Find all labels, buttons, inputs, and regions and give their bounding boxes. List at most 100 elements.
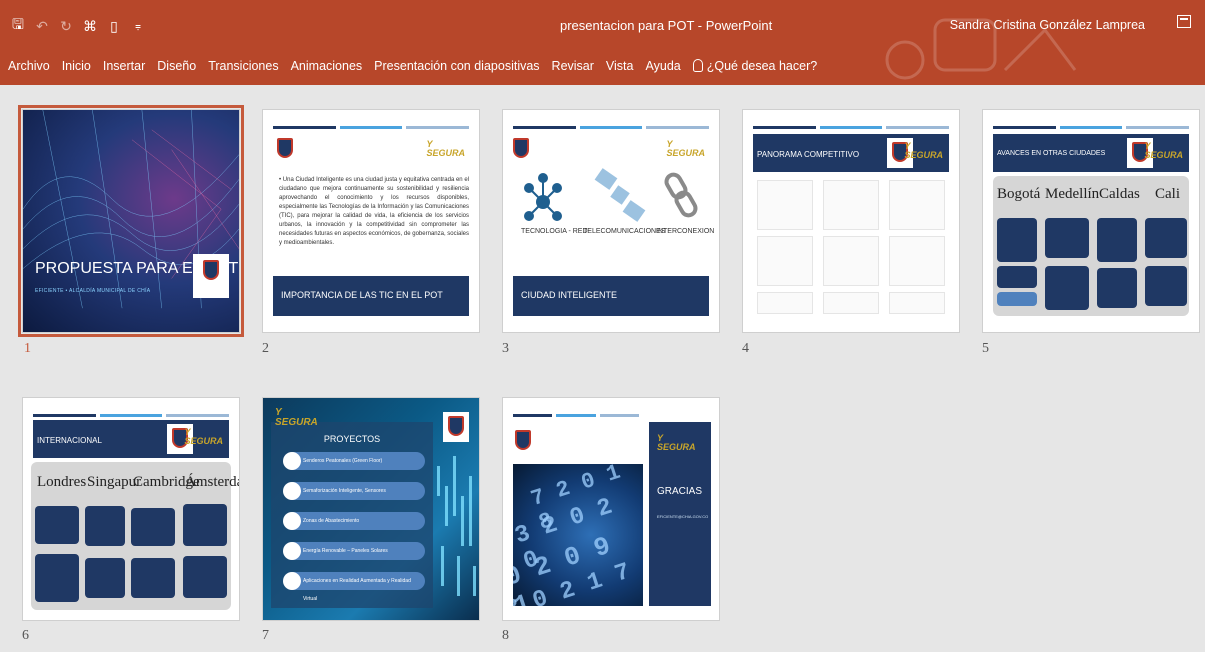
crest-icon <box>513 138 529 158</box>
tab-animaciones[interactable]: Animaciones <box>291 59 363 73</box>
slide-subtitle: EFICIENTE • ALCALDÍA MUNICIPAL DE CHÍA <box>35 288 151 294</box>
tab-ayuda[interactable]: Ayuda <box>646 59 681 73</box>
info-card <box>183 556 227 598</box>
slide-thumbnail-1[interactable]: PROPUESTA PARA EL POT EFICIENTE • ALCALD… <box>18 105 244 337</box>
crest-icon <box>515 430 531 450</box>
info-card <box>1145 266 1187 306</box>
redo-icon[interactable]: ↻ <box>58 17 74 35</box>
radar-chart-thumb <box>823 236 879 286</box>
info-card <box>35 506 79 544</box>
crest-icon <box>203 260 219 280</box>
slide-thumbnail-2[interactable]: Y SEGURA • Una Ciudad Inteligente es una … <box>262 109 480 333</box>
brand-logo: Y SEGURA <box>275 407 318 428</box>
slide-thumbnail-6[interactable]: INTERNACIONAL Y SEGURA Londres Singapur C… <box>22 397 240 621</box>
slide-title: GRACIAS <box>657 486 703 497</box>
customize-toolbar-icon[interactable]: ⩦ <box>130 17 146 35</box>
slide-header: AVANCES EN OTRAS CIUDADES Y SEGURA <box>993 134 1189 172</box>
slide-number-6: 6 <box>22 628 29 643</box>
slide-number-8: 8 <box>502 628 509 643</box>
slide-body: • Una Ciudad Inteligente es una ciudad j… <box>279 177 469 246</box>
tell-me-label: ¿Qué desea hacer? <box>706 59 818 73</box>
tab-insertar[interactable]: Insertar <box>103 59 145 73</box>
tab-archivo[interactable]: Archivo <box>8 59 50 73</box>
crest-icon <box>448 416 464 436</box>
brand-logo: Y SEGURA <box>657 433 696 452</box>
undo-icon[interactable]: ↶ <box>34 17 50 35</box>
lightbulb-icon <box>692 58 703 72</box>
city-heading: Ámsterdam <box>185 474 239 490</box>
slide-header: PANORAMA COMPETITIVO Y SEGURA <box>753 134 949 172</box>
slide-number-7: 7 <box>262 628 269 643</box>
project-item: Zonas de Abastecimiento <box>283 512 425 530</box>
info-card <box>131 558 175 598</box>
technology-icons <box>524 168 698 222</box>
brand-logo: Y SEGURA <box>184 427 223 446</box>
header-bars <box>273 126 470 129</box>
slide-footer: IMPORTANCIA DE LAS TIC EN EL POT <box>273 276 469 316</box>
tab-transiciones[interactable]: Transiciones <box>208 59 278 73</box>
tab-vista[interactable]: Vista <box>606 59 634 73</box>
info-card <box>1045 218 1089 258</box>
save-icon[interactable]: 🖫 <box>10 16 26 35</box>
info-card <box>35 554 79 602</box>
slide-thumbnail-3[interactable]: Y SEGURA TECNOLOGIA - RED TELECOMUNICACIO… <box>502 109 720 333</box>
radar-chart-thumb <box>889 180 945 230</box>
tab-diseno[interactable]: Diseño <box>157 59 196 73</box>
slide-thumbnail-5[interactable]: AVANCES EN OTRAS CIUDADES Y SEGURA Bogotá… <box>982 109 1200 333</box>
slide-thumbnail-4[interactable]: PANORAMA COMPETITIVO Y SEGURA <box>742 109 960 333</box>
start-from-beginning-icon[interactable]: ⌘ <box>82 17 98 35</box>
brand-logo: Y SEGURA <box>1144 141 1183 160</box>
radar-chart-thumb <box>889 236 945 286</box>
slide-number-1: 1 <box>24 341 31 356</box>
slide-number-5: 5 <box>982 341 989 356</box>
slide-title: AVANCES EN OTRAS CIUDADES <box>997 150 1106 157</box>
info-card <box>997 218 1037 262</box>
user-name[interactable]: Sandra Cristina González Lamprea <box>950 18 1145 32</box>
brand-logo: Y SEGURA <box>426 139 465 158</box>
header-bars <box>33 414 230 417</box>
digital-grid-image <box>437 456 476 596</box>
radar-chart-thumb <box>823 180 879 230</box>
header-bars <box>753 126 950 129</box>
closing-panel: Y SEGURA GRACIAS EFICIENTE@CHIA.GOV.CO <box>649 422 711 606</box>
slide-number-3: 3 <box>502 341 509 356</box>
tab-presentacion[interactable]: Presentación con diapositivas <box>374 59 539 73</box>
city-heading: Medellín <box>1045 186 1100 202</box>
slide-title: INTERNACIONAL <box>37 436 102 445</box>
slide-thumbnail-8[interactable]: 7 2 0 1 8 3 2 0 2 0 0 2 0 9 1 8 0 2 1 7 … <box>502 397 720 621</box>
info-card <box>1145 218 1187 258</box>
slide-footer: CIUDAD INTELIGENTE <box>513 276 709 316</box>
project-item: Senderos Peatonales (Green Floor) <box>283 452 425 470</box>
satellite-icon <box>594 168 646 222</box>
new-document-icon[interactable]: ▯ <box>106 17 122 35</box>
slide-number-4: 4 <box>742 341 749 356</box>
info-card <box>1045 266 1089 310</box>
header-bars <box>993 126 1190 129</box>
icon-label-network: TECNOLOGIA - RED <box>521 228 588 235</box>
radar-chart-thumb <box>823 292 879 314</box>
ribbon-tabs: Archivo Inicio Insertar Diseño Transicio… <box>8 58 841 73</box>
slide-title: PANORAMA COMPETITIVO <box>757 150 860 159</box>
chain-link-icon <box>664 172 698 218</box>
info-card <box>997 292 1037 306</box>
tell-me-box[interactable]: ¿Qué desea hacer? <box>692 58 830 73</box>
ribbon-display-options-icon[interactable] <box>1177 15 1191 28</box>
project-item: Semaforización Inteligente, Sensores <box>283 482 425 500</box>
radar-chart-thumb <box>757 236 813 286</box>
logo <box>443 412 469 442</box>
project-item: Energía Renovable – Paneles Solares <box>283 542 425 560</box>
radar-chart-thumb <box>889 292 945 314</box>
logo <box>193 254 229 298</box>
info-card <box>131 508 175 546</box>
quick-access-toolbar: 🖫 ↶ ↻ ⌘ ▯ ⩦ <box>10 16 146 36</box>
network-mesh-image <box>23 110 239 309</box>
project-item: Aplicaciones en Realidad Aumentada y Rea… <box>283 572 425 602</box>
info-card <box>183 504 227 546</box>
tab-revisar[interactable]: Revisar <box>552 59 594 73</box>
tab-inicio[interactable]: Inicio <box>62 59 91 73</box>
city-heading: Caldas <box>1099 186 1140 202</box>
info-card <box>85 506 125 546</box>
info-card <box>1097 268 1137 308</box>
slide-thumbnail-7[interactable]: PROYECTOS Y SEGURA Senderos Peatonales (G… <box>262 397 480 621</box>
brand-logo: Y SEGURA <box>666 139 705 158</box>
